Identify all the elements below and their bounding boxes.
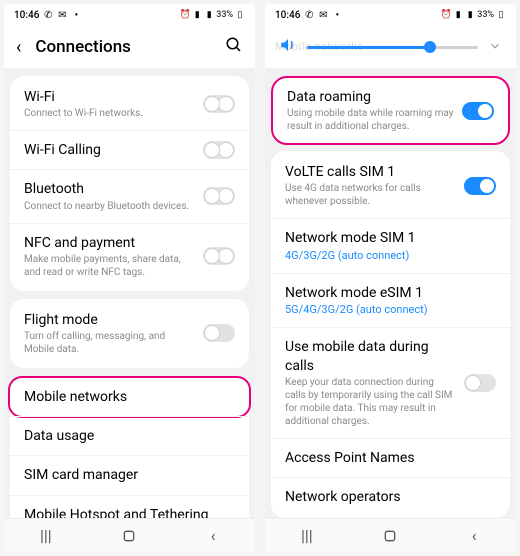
row-network-mode-sim1[interactable]: Network mode SIM 1 4G/3G/2G (auto connect…: [271, 218, 510, 272]
volume-fill: [307, 46, 430, 49]
chevron-down-icon[interactable]: [488, 38, 502, 57]
row-wifi[interactable]: Wi-FiConnect to Wi-Fi networks.: [10, 78, 249, 130]
nav-recents-icon[interactable]: |||: [36, 526, 56, 546]
signal-icon: ▮: [204, 10, 214, 20]
row-title: VoLTE calls SIM 1: [285, 163, 456, 181]
row-hotspot[interactable]: Mobile Hotspot and Tethering: [10, 495, 249, 519]
nav-bar: ||| ‹: [4, 518, 255, 552]
row-sub: Using mobile data while roaming may resu…: [287, 107, 454, 133]
nav-bar: ||| ‹: [265, 518, 516, 552]
card: Flight modeTurn off calling, messaging, …: [10, 299, 249, 368]
row-nfc[interactable]: NFC and paymentMake mobile payments, sha…: [10, 223, 249, 289]
row-network-mode-esim1[interactable]: Network mode eSIM 15G/4G/3G/2G (auto con…: [271, 273, 510, 327]
nav-recents-icon[interactable]: |||: [297, 526, 317, 546]
nav-back-icon[interactable]: ‹: [464, 526, 484, 546]
volume-slider[interactable]: [307, 46, 478, 49]
row-sub: Use 4G data networks for calls whenever …: [285, 182, 456, 208]
row-title: Mobile Hotspot and Tethering: [24, 506, 235, 519]
back-icon[interactable]: ‹: [16, 37, 21, 58]
row-title: Use mobile data during calls: [285, 338, 456, 374]
row-title: SIM card manager: [24, 466, 235, 484]
row-bluetooth[interactable]: Bluetooth Connect to nearby Bluetooth dev…: [10, 169, 249, 222]
nav-back-icon[interactable]: ‹: [203, 526, 223, 546]
toggle[interactable]: [203, 187, 235, 205]
phone-right: 10:46 ✆ ✉ • ⏰ ▮ ▮ 33% ▯ Mobile networks …: [265, 4, 516, 552]
content-left: Wi-FiConnect to Wi-Fi networks. Wi-Fi Ca…: [4, 68, 255, 518]
status-time: 10:46: [275, 10, 300, 21]
header: ‹ Connections: [4, 26, 255, 68]
nav-home-icon[interactable]: [380, 526, 400, 546]
row-title: Bluetooth: [24, 180, 195, 198]
signal-icon: ▮: [453, 10, 463, 20]
mail-icon: ✉: [57, 10, 67, 20]
phone-icon: ✆: [304, 10, 314, 20]
row-wifi-calling[interactable]: Wi-Fi Calling: [10, 130, 249, 169]
dot-icon: •: [332, 10, 342, 20]
card: Mobile networks Data usage SIM card mana…: [10, 376, 249, 518]
phone-left: 10:46 ✆ ✉ • ⏰ ▮ ▮ 33% ▯ ‹ Connections Wi…: [4, 4, 255, 552]
row-volte[interactable]: VoLTE calls SIM 1Use 4G data networks fo…: [271, 153, 510, 218]
row-title: Network mode eSIM 1: [285, 284, 496, 302]
row-sub: Connect to Wi-Fi networks.: [24, 107, 195, 120]
row-data-roaming[interactable]: Data roamingUsing mobile data while roam…: [273, 78, 508, 143]
row-title: Wi-Fi: [24, 88, 195, 106]
battery-icon: ▯: [235, 10, 245, 20]
dot-icon: •: [71, 10, 81, 20]
battery-pct: 33%: [477, 10, 494, 20]
row-title: Data usage: [24, 427, 235, 445]
row-sub: Keep your data connection during calls b…: [285, 376, 456, 428]
page-title: Connections: [35, 37, 211, 57]
alarm-icon: ⏰: [180, 10, 190, 20]
signal-icon: ▮: [465, 10, 475, 20]
card-highlighted: Data roamingUsing mobile data while roam…: [271, 76, 510, 145]
volume-icon[interactable]: [279, 36, 297, 58]
row-sub: 4G/3G/2G (auto connect): [285, 249, 496, 263]
toggle[interactable]: [462, 102, 494, 120]
status-bar: 10:46 ✆ ✉ • ⏰ ▮ ▮ 33% ▯: [4, 4, 255, 26]
row-title: Network operators: [285, 488, 496, 506]
row-sub: 5G/4G/3G/2G (auto connect): [285, 303, 496, 317]
row-title: Network mode SIM 1: [285, 229, 496, 247]
row-apn[interactable]: Access Point Names: [271, 438, 510, 477]
card: Wi-FiConnect to Wi-Fi networks. Wi-Fi Ca…: [10, 76, 249, 291]
phone-icon: ✆: [43, 10, 53, 20]
card: VoLTE calls SIM 1Use 4G data networks fo…: [271, 151, 510, 518]
status-bar: 10:46 ✆ ✉ • ⏰ ▮ ▮ 33% ▯: [265, 4, 516, 26]
row-sim-manager[interactable]: SIM card manager: [10, 455, 249, 494]
content-right: Data roamingUsing mobile data while roam…: [265, 68, 516, 518]
row-data-usage[interactable]: Data usage: [10, 416, 249, 455]
signal-icon: ▮: [192, 10, 202, 20]
toggle[interactable]: [464, 177, 496, 195]
battery-icon: ▯: [496, 10, 506, 20]
row-title: Data roaming: [287, 88, 454, 106]
row-mobile-data-calls[interactable]: Use mobile data during callsKeep your da…: [271, 327, 510, 437]
row-sub: Connect to nearby Bluetooth devices.: [24, 200, 195, 213]
row-title: Flight mode: [24, 311, 195, 329]
row-flight-mode[interactable]: Flight modeTurn off calling, messaging, …: [10, 301, 249, 366]
search-icon[interactable]: [225, 36, 243, 58]
toggle[interactable]: [464, 374, 496, 392]
toggle[interactable]: [203, 141, 235, 159]
battery-pct: 33%: [216, 10, 233, 20]
row-title: Access Point Names: [285, 449, 496, 467]
toggle[interactable]: [203, 247, 235, 265]
row-title: Mobile networks: [24, 388, 235, 406]
volume-thumb[interactable]: [424, 41, 436, 53]
row-network-operators[interactable]: Network operators: [271, 477, 510, 516]
row-sub: Make mobile payments, share data, and re…: [24, 253, 195, 279]
row-title: Wi-Fi Calling: [24, 141, 195, 159]
nav-home-icon[interactable]: [119, 526, 139, 546]
row-sub: Turn off calling, messaging, and Mobile …: [24, 330, 195, 356]
toggle[interactable]: [203, 95, 235, 113]
volume-overlay: Mobile networks: [265, 26, 516, 68]
alarm-icon: ⏰: [441, 10, 451, 20]
toggle[interactable]: [203, 324, 235, 342]
mail-icon: ✉: [318, 10, 328, 20]
status-time: 10:46: [14, 10, 39, 21]
row-mobile-networks[interactable]: Mobile networks: [8, 376, 251, 418]
row-title: NFC and payment: [24, 234, 195, 252]
